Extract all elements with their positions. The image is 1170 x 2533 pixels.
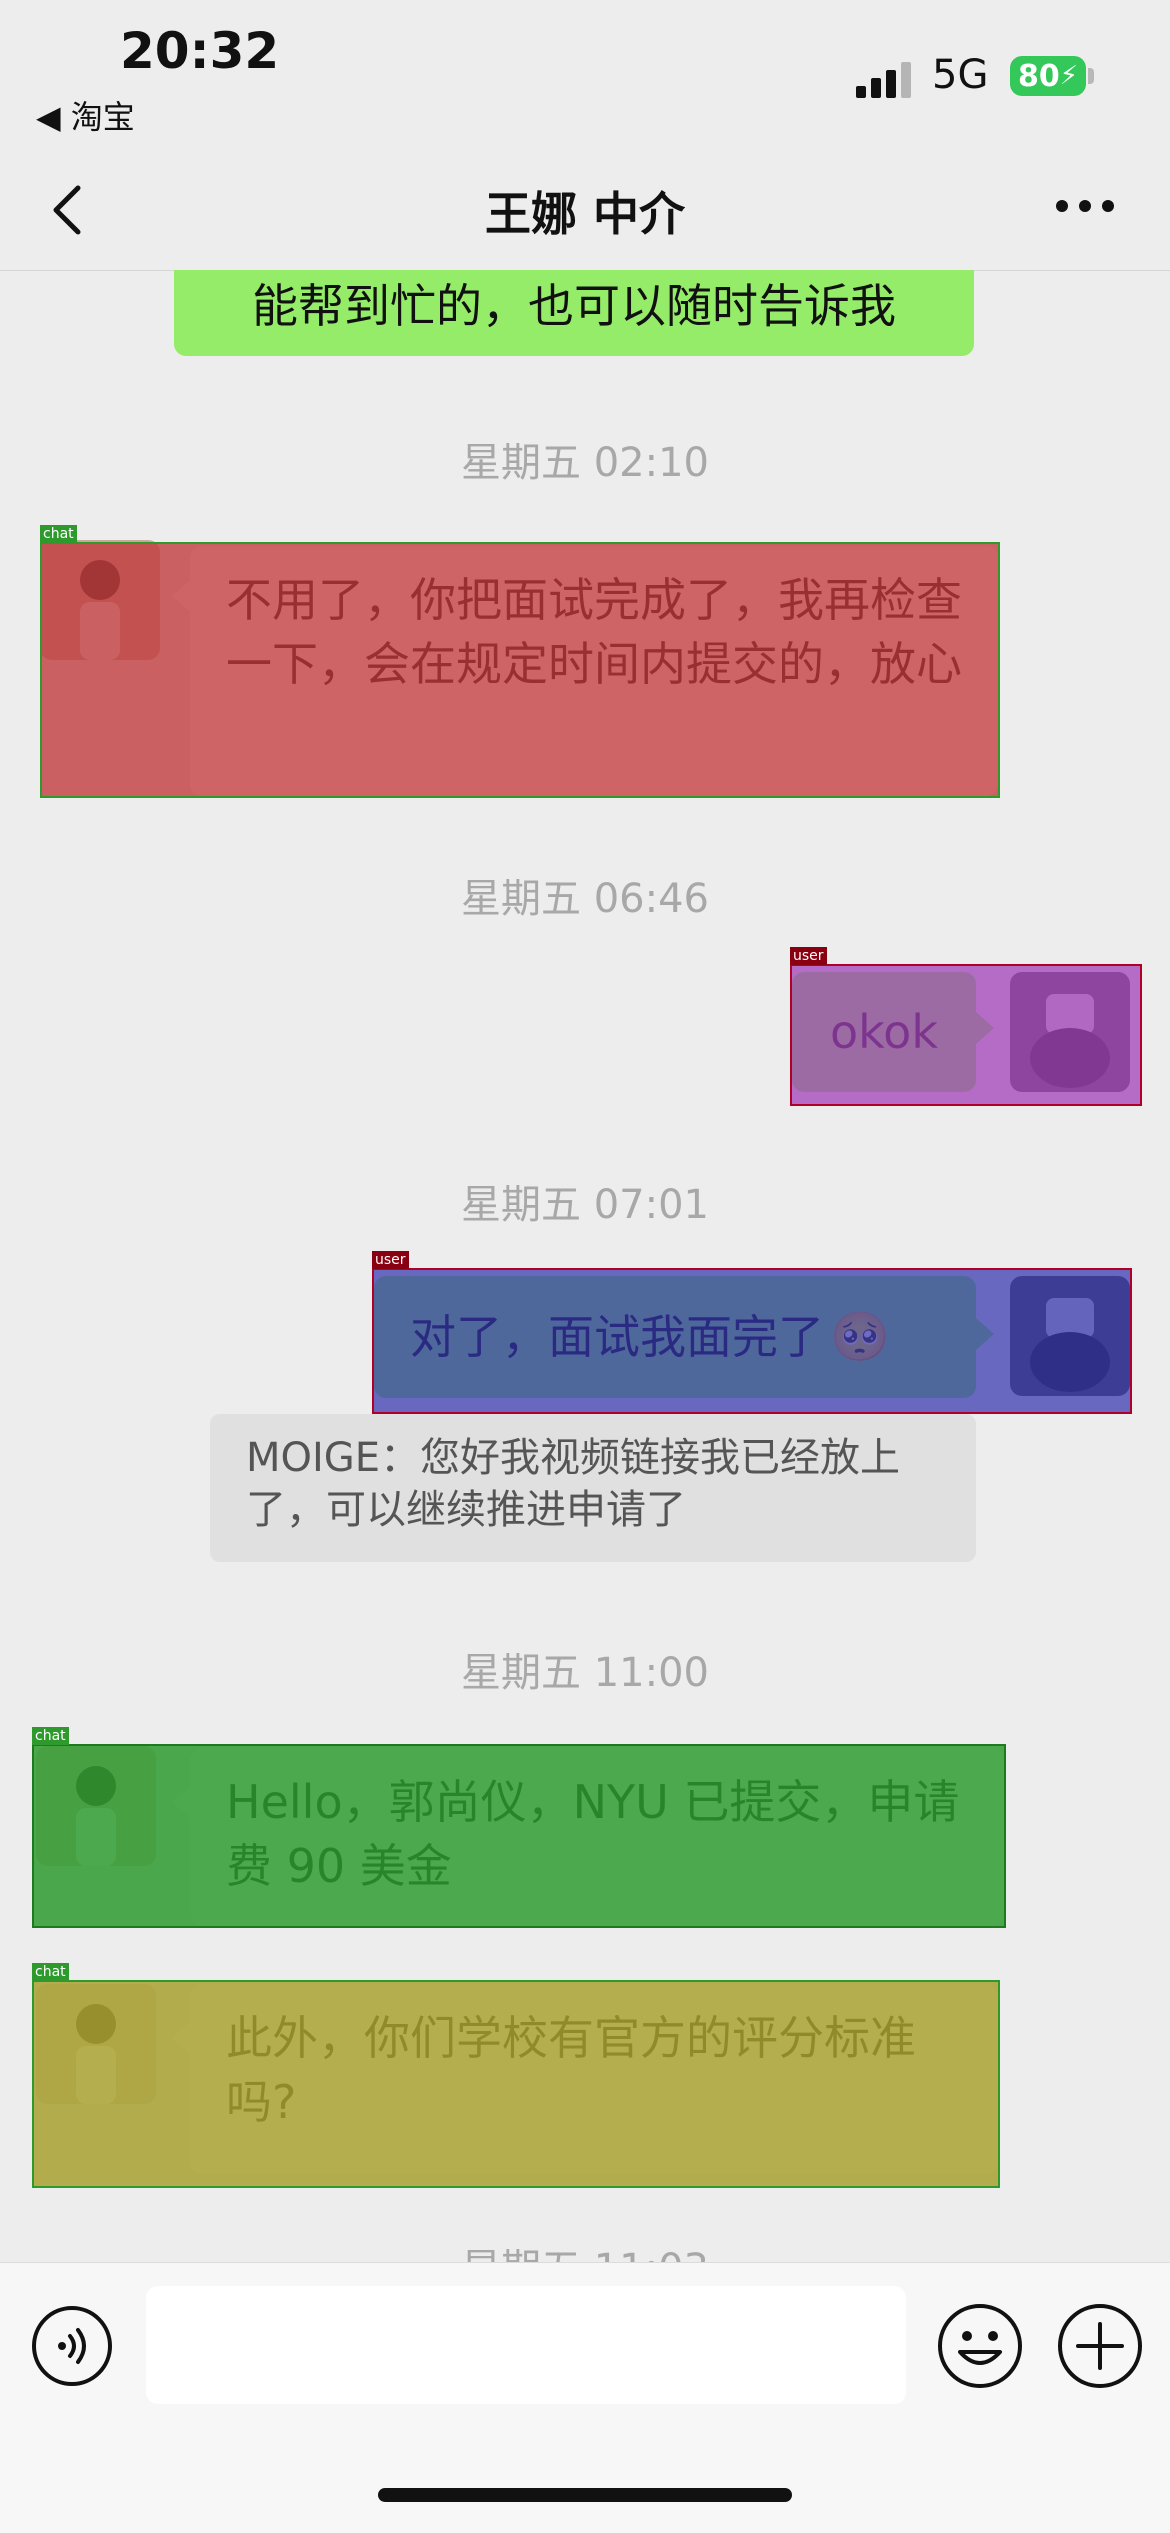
avatar-agent[interactable] [36, 1746, 156, 1866]
annotation-label: user [372, 1251, 409, 1269]
message-bubble-outgoing[interactable]: okok [792, 972, 976, 1092]
emoji-icon[interactable] [936, 2302, 1024, 2390]
bubble-tail [172, 580, 190, 612]
timestamp: 星期五 06:46 [461, 876, 709, 922]
message-text: Hello，郭尚仪，NYU 已提交，申请费 90 美金 [226, 1775, 960, 1893]
person-photo-icon [36, 1984, 156, 2104]
message-bubble-incoming[interactable]: 不用了，你把面试完成了，我再检查一下，会在规定时间内提交的，放心 [190, 546, 998, 796]
home-indicator [378, 2488, 792, 2502]
battery-cap [1088, 68, 1094, 84]
avatar-self[interactable] [1010, 972, 1130, 1092]
battery-level: 80 [1017, 58, 1060, 94]
back-to-app-link[interactable]: ◀ 淘宝 [36, 92, 135, 138]
voice-input-icon[interactable] [30, 2304, 114, 2388]
bubble-tail [976, 1012, 994, 1044]
network-type: 5G [932, 52, 989, 98]
battery-indicator: 80 ⚡ [1010, 56, 1086, 96]
bubble-tail [172, 2022, 190, 2054]
avatar-agent[interactable] [40, 540, 160, 660]
system-message-text: MOIGE：您好我视频链接我已经放上了，可以继续推进申请了 [246, 1435, 901, 1533]
status-time: 20:32 [120, 22, 280, 80]
annotation-label: chat [32, 1727, 69, 1745]
charging-bolt-icon: ⚡ [1059, 61, 1078, 91]
message-input[interactable] [146, 2286, 906, 2404]
message-bubble-incoming[interactable]: Hello，郭尚仪，NYU 已提交，申请费 90 美金 [190, 1748, 1004, 1926]
timestamp: 星期五 11:00 [461, 1650, 709, 1696]
message-bubble-outgoing-partial[interactable]: 能帮到忙的，也可以随时告诉我 [174, 270, 974, 356]
message-bubble-incoming[interactable]: 此外，你们学校有官方的评分标准吗? [190, 1984, 998, 2174]
message-text: okok [830, 1005, 938, 1059]
avatar-self[interactable] [1010, 1276, 1130, 1396]
bubble-tail [172, 1786, 190, 1818]
system-message: MOIGE：您好我视频链接我已经放上了，可以继续推进申请了 [210, 1414, 976, 1562]
cellular-signal-icon [856, 62, 911, 98]
chat-title: 王娜 中介 [484, 187, 685, 241]
cat-photo-icon [1010, 1276, 1130, 1396]
message-text: 能帮到忙的，也可以随时告诉我 [252, 279, 896, 333]
bubble-tail [976, 1318, 994, 1350]
message-text: 对了，面试我面完了 [410, 1310, 824, 1364]
person-photo-icon [40, 540, 160, 660]
plus-icon[interactable] [1056, 2302, 1144, 2390]
annotation-label: chat [32, 1963, 69, 1981]
message-bubble-outgoing[interactable]: 对了，面试我面完了 🥺 [374, 1276, 976, 1398]
annotation-label: chat [40, 525, 77, 543]
emoji-face-icon: 🥺 [830, 1309, 890, 1365]
cat-photo-icon [1010, 972, 1130, 1092]
timestamp: 星期五 07:01 [461, 1182, 709, 1228]
avatar-agent[interactable] [36, 1984, 156, 2104]
message-text: 此外，你们学校有官方的评分标准吗? [226, 2011, 916, 2129]
message-text: 不用了，你把面试完成了，我再检查一下，会在规定时间内提交的，放心 [226, 573, 962, 691]
timestamp: 星期五 02:10 [461, 440, 709, 486]
more-options-icon[interactable] [1050, 186, 1120, 226]
annotation-label: user [790, 947, 827, 965]
person-photo-icon [36, 1746, 156, 1866]
